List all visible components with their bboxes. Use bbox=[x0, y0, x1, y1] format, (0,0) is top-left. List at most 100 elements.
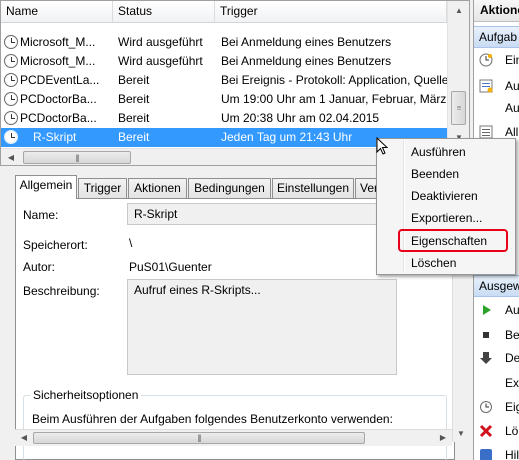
task-status: Bereit bbox=[118, 111, 150, 125]
task-clock-icon bbox=[4, 35, 18, 49]
scroll-left-arrow-icon[interactable]: ◀ bbox=[3, 150, 19, 165]
actions-section-selected-item[interactable]: Ausgew bbox=[474, 275, 519, 297]
task-clock-icon bbox=[4, 54, 18, 68]
task-row[interactable]: PCDoctorBa... Bereit Um 19:00 Uhr am 1 J… bbox=[1, 90, 447, 109]
column-header-status-label: Status bbox=[118, 4, 153, 18]
tab-allgemein[interactable]: Allgemein bbox=[15, 175, 77, 199]
scroll-up-arrow-icon[interactable]: ▲ bbox=[451, 3, 467, 19]
tab-trigger[interactable]: Trigger bbox=[78, 178, 127, 198]
context-menu-item-end[interactable]: Beenden bbox=[411, 164, 459, 184]
security-account-text: Beim Ausführen der Aufgaben folgendes Be… bbox=[32, 412, 393, 426]
task-status: Bereit bbox=[118, 73, 150, 87]
author-label: Autor: bbox=[23, 260, 56, 274]
scroll-right-arrow-icon[interactable]: ▶ bbox=[435, 430, 451, 446]
context-menu-label: Beenden bbox=[411, 167, 460, 181]
security-options-group bbox=[23, 395, 447, 460]
task-icon bbox=[479, 79, 493, 93]
scroll-thumb[interactable]: ≡ bbox=[451, 91, 466, 125]
action-import-task[interactable]: Au bbox=[474, 97, 519, 119]
task-name: Microsoft_M... bbox=[20, 35, 96, 49]
task-name: PCDoctorBa... bbox=[20, 111, 97, 125]
mouse-pointer-icon bbox=[376, 137, 388, 155]
column-header-name-label: Name bbox=[6, 4, 39, 18]
actions-header: Aktionen bbox=[474, 0, 519, 22]
task-status: Wird ausgeführt bbox=[118, 35, 203, 49]
context-menu-item-run[interactable]: Ausführen bbox=[411, 142, 466, 162]
delete-x-icon bbox=[479, 424, 493, 438]
clock-icon bbox=[480, 401, 492, 413]
context-menu-item-disable[interactable]: Deaktivieren bbox=[411, 186, 478, 206]
action-label: Eig bbox=[505, 400, 519, 414]
clock-star-icon bbox=[479, 53, 493, 67]
column-header-trigger-label: Trigger bbox=[220, 4, 258, 18]
task-clock-icon bbox=[4, 92, 18, 106]
action-create-basic-task[interactable]: Ein bbox=[474, 49, 519, 71]
scroll-thumb[interactable]: ||| bbox=[23, 151, 131, 164]
action-delete[interactable]: Lö bbox=[474, 420, 519, 442]
play-icon bbox=[483, 305, 491, 315]
context-menu-label: Ausführen bbox=[411, 145, 466, 159]
action-properties[interactable]: Eig bbox=[474, 396, 519, 418]
column-header-status[interactable]: Status bbox=[113, 1, 215, 23]
task-status: Bereit bbox=[118, 92, 150, 106]
task-name: PCDEventLa... bbox=[20, 73, 100, 87]
context-menu: Ausführen Beenden Deaktivieren Exportier… bbox=[376, 138, 516, 275]
tab-label: Trigger bbox=[83, 181, 122, 195]
security-options-title: Sicherheitsoptionen bbox=[30, 388, 142, 402]
task-status: Wird ausgeführt bbox=[118, 54, 203, 68]
action-disable[interactable]: De bbox=[474, 347, 519, 369]
task-list-vertical-scrollbar[interactable]: ▲ ≡ ▼ bbox=[447, 1, 469, 148]
arrow-down-icon bbox=[480, 352, 492, 364]
name-field[interactable]: R-Skript bbox=[127, 203, 397, 225]
column-header-name[interactable]: Name bbox=[1, 1, 113, 23]
task-status: Bereit bbox=[118, 130, 150, 144]
task-name: Microsoft_M... bbox=[20, 54, 96, 68]
author-value: PuS01\Guenter bbox=[129, 260, 212, 274]
task-clock-icon bbox=[4, 73, 18, 87]
action-label: Au bbox=[505, 303, 519, 317]
task-trigger: Bei Anmeldung eines Benutzers bbox=[221, 54, 392, 68]
task-row[interactable]: PCDEventLa... Bereit Bei Ereignis - Prot… bbox=[1, 71, 447, 90]
column-header-trigger[interactable]: Trigger bbox=[215, 1, 447, 23]
task-name: R-Skript bbox=[33, 130, 77, 144]
properties-highlight-annotation bbox=[398, 229, 508, 252]
location-label: Speicherort: bbox=[23, 238, 88, 252]
tab-aktionen[interactable]: Aktionen bbox=[128, 178, 187, 198]
actions-section-task-library[interactable]: Aufgab bbox=[474, 26, 519, 48]
location-value: \ bbox=[129, 236, 133, 250]
task-clock-icon bbox=[4, 111, 18, 125]
context-menu-item-export[interactable]: Exportieren... bbox=[411, 208, 482, 228]
tab-einstellungen[interactable]: Einstellungen bbox=[272, 178, 354, 198]
actions-header-label: Aktionen bbox=[480, 3, 519, 17]
scroll-thumb[interactable]: ||| bbox=[33, 432, 365, 444]
actions-section-label: Ausgew bbox=[479, 279, 519, 293]
action-label: Be bbox=[505, 328, 519, 342]
task-name: PCDoctorBa... bbox=[20, 92, 97, 106]
action-label: Exp bbox=[505, 376, 519, 390]
details-horizontal-scrollbar[interactable]: ◀ ||| ▶ bbox=[15, 429, 452, 446]
task-row[interactable]: PCDoctorBa... Bereit Um 20:38 Uhr am 02.… bbox=[1, 109, 447, 128]
context-menu-label: Löschen bbox=[411, 256, 457, 270]
task-trigger: Bei Ereignis - Protokoll: Application, Q… bbox=[221, 73, 447, 87]
context-menu-label: Deaktivieren bbox=[411, 189, 478, 203]
action-export[interactable]: Exp bbox=[474, 372, 519, 394]
description-label: Beschreibung: bbox=[23, 284, 100, 298]
context-menu-item-delete[interactable]: Löschen bbox=[411, 253, 456, 273]
scroll-left-arrow-icon[interactable]: ◀ bbox=[16, 430, 32, 446]
tab-bedingungen[interactable]: Bedingungen bbox=[188, 178, 271, 198]
task-row[interactable]: Microsoft_M... Wird ausgeführt Bei Anmel… bbox=[1, 33, 447, 52]
stop-icon bbox=[483, 332, 489, 338]
name-label: Name: bbox=[23, 208, 59, 222]
action-end[interactable]: Be bbox=[474, 324, 519, 346]
task-row[interactable]: Microsoft_M... Wird ausgeführt Bei Anmel… bbox=[1, 52, 447, 71]
task-trigger: Bei Anmeldung eines Benutzers bbox=[221, 35, 392, 49]
action-help[interactable]: Hil bbox=[474, 444, 519, 460]
action-run[interactable]: Au bbox=[474, 299, 519, 321]
scroll-down-arrow-icon[interactable]: ▼ bbox=[453, 426, 469, 442]
name-value: R-Skript bbox=[134, 207, 178, 221]
action-label: Au bbox=[505, 79, 519, 93]
action-create-task[interactable]: Au bbox=[474, 75, 519, 97]
description-field[interactable]: Aufruf eines R-Skripts... bbox=[127, 279, 397, 375]
tab-label: Aktionen bbox=[134, 181, 181, 195]
tab-label: Allgemein bbox=[19, 178, 73, 192]
